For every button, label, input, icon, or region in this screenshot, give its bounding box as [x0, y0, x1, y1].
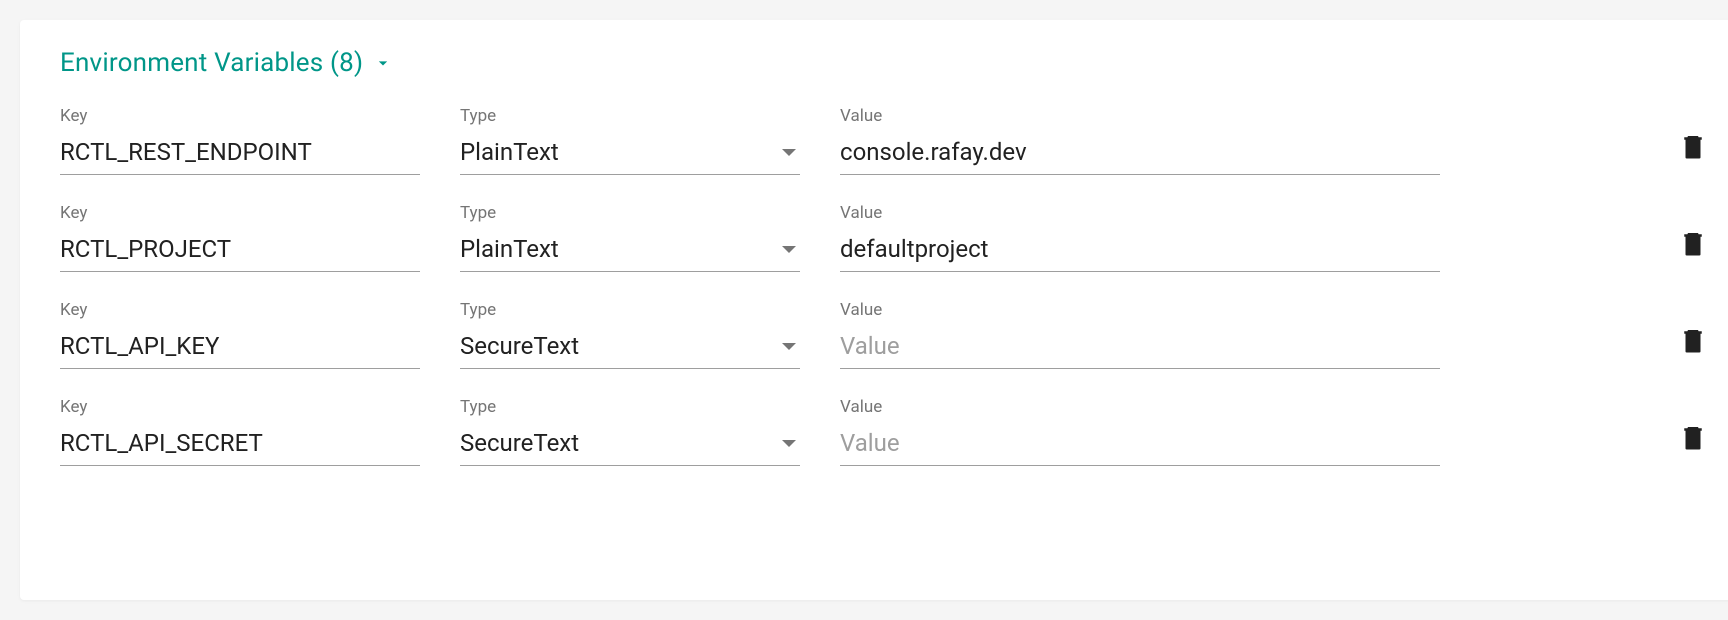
type-select[interactable]: SecureText	[460, 326, 800, 369]
type-field: Type PlainText	[460, 203, 800, 272]
delete-button[interactable]	[1678, 323, 1708, 369]
key-label: Key	[60, 203, 420, 223]
key-input[interactable]	[60, 423, 420, 466]
type-field: Type PlainText	[460, 106, 800, 175]
dropdown-arrow-icon	[782, 440, 796, 447]
trash-icon	[1678, 323, 1708, 361]
dropdown-arrow-icon	[782, 149, 796, 156]
delete-button[interactable]	[1678, 226, 1708, 272]
trash-icon	[1678, 226, 1708, 264]
value-label: Value	[840, 300, 1440, 320]
key-field: Key	[60, 106, 420, 175]
env-var-row: Key Type PlainText Value	[60, 106, 1708, 175]
value-field: Value	[840, 203, 1440, 272]
section-title: Environment Variables (8)	[60, 48, 363, 78]
delete-button[interactable]	[1678, 420, 1708, 466]
key-input[interactable]	[60, 326, 420, 369]
type-label: Type	[460, 203, 800, 223]
key-field: Key	[60, 300, 420, 369]
delete-button[interactable]	[1678, 129, 1708, 175]
key-label: Key	[60, 106, 420, 126]
value-field: Value	[840, 300, 1440, 369]
key-label: Key	[60, 397, 420, 417]
env-vars-card: Environment Variables (8) Key Type Plain…	[20, 20, 1728, 600]
type-field: Type SecureText	[460, 397, 800, 466]
key-field: Key	[60, 397, 420, 466]
type-value: SecureText	[460, 332, 579, 360]
trash-icon	[1678, 420, 1708, 458]
value-label: Value	[840, 203, 1440, 223]
type-select[interactable]: PlainText	[460, 132, 800, 175]
type-select[interactable]: SecureText	[460, 423, 800, 466]
type-value: PlainText	[460, 235, 559, 263]
env-var-row: Key Type SecureText Value	[60, 300, 1708, 369]
trash-icon	[1678, 129, 1708, 167]
chevron-down-icon	[373, 53, 393, 73]
type-value: SecureText	[460, 429, 579, 457]
key-input[interactable]	[60, 132, 420, 175]
value-input[interactable]	[840, 326, 1440, 369]
value-label: Value	[840, 397, 1440, 417]
type-field: Type SecureText	[460, 300, 800, 369]
section-header[interactable]: Environment Variables (8)	[60, 48, 1708, 78]
value-input[interactable]	[840, 229, 1440, 272]
type-select[interactable]: PlainText	[460, 229, 800, 272]
key-input[interactable]	[60, 229, 420, 272]
type-value: PlainText	[460, 138, 559, 166]
value-input[interactable]	[840, 423, 1440, 466]
type-label: Type	[460, 300, 800, 320]
key-label: Key	[60, 300, 420, 320]
value-input[interactable]	[840, 132, 1440, 175]
value-field: Value	[840, 397, 1440, 466]
dropdown-arrow-icon	[782, 246, 796, 253]
value-label: Value	[840, 106, 1440, 126]
value-field: Value	[840, 106, 1440, 175]
type-label: Type	[460, 397, 800, 417]
dropdown-arrow-icon	[782, 343, 796, 350]
key-field: Key	[60, 203, 420, 272]
env-var-row: Key Type SecureText Value	[60, 397, 1708, 466]
type-label: Type	[460, 106, 800, 126]
env-var-row: Key Type PlainText Value	[60, 203, 1708, 272]
